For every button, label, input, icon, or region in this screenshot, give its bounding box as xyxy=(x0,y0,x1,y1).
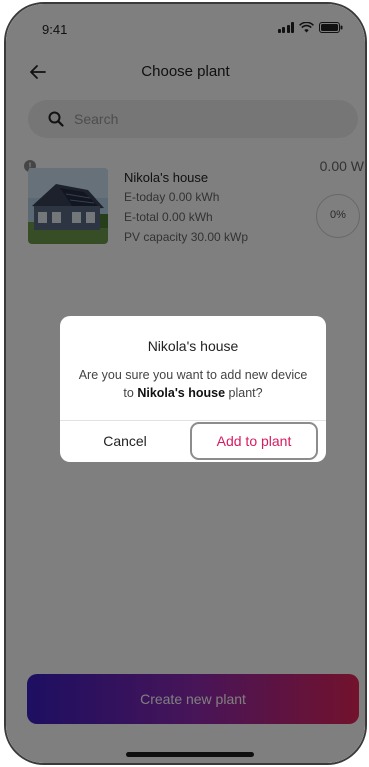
phone-frame: 9:41 xyxy=(4,2,367,765)
cancel-button[interactable]: Cancel xyxy=(60,421,190,462)
confirm-dialog: Nikola's house Are you sure you want to … xyxy=(60,316,326,462)
dialog-message-plant: Nikola's house xyxy=(137,386,226,400)
screen: 9:41 xyxy=(6,4,365,763)
dialog-message: Are you sure you want to add new device … xyxy=(78,366,308,402)
dialog-message-suffix: plant? xyxy=(225,386,263,400)
add-to-plant-button[interactable]: Add to plant xyxy=(190,422,318,460)
dialog-title: Nikola's house xyxy=(147,338,239,354)
